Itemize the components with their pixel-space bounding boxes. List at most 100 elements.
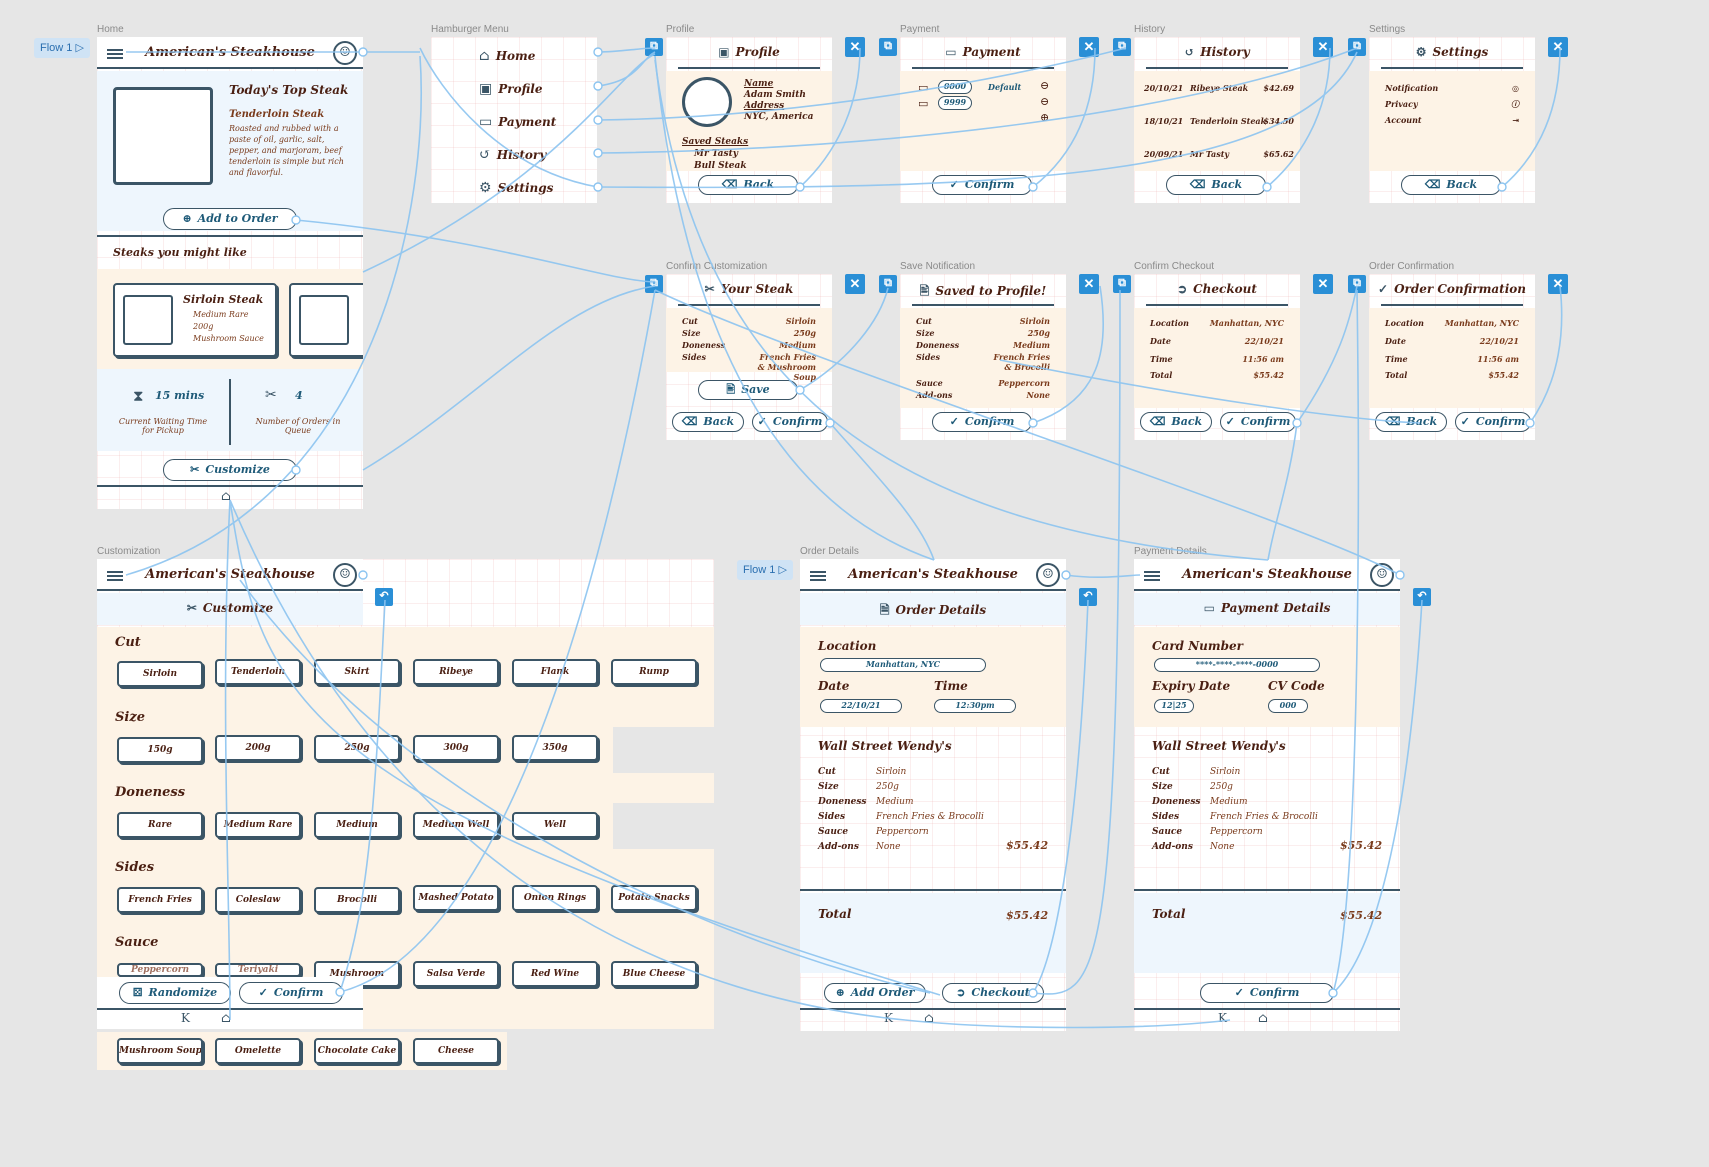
option-button[interactable]: 350g [512,735,598,761]
confirm-button[interactable]: ✓ Confirm [932,175,1032,195]
add-to-order-button[interactable]: ⊕ Add to Order [163,208,297,230]
option-button[interactable]: Medium Rare [215,812,301,838]
back-arrow-tag[interactable]: ↶ [1079,588,1097,606]
option-button[interactable]: French Fries [117,887,203,913]
expiry-field[interactable]: 12|25 [1154,699,1194,713]
confirm-button[interactable]: ✓ Confirm [1220,412,1296,432]
flow-start-tag[interactable]: Flow 1 ▷ [737,560,793,580]
option-button[interactable]: Medium [314,812,400,838]
menu-item-profile[interactable]: ▣ Profile [479,78,543,97]
option-button[interactable]: Rump [611,659,697,685]
close-icon[interactable]: ✕ [1313,37,1333,57]
back-arrow-tag[interactable]: ↶ [1413,588,1431,606]
back-button[interactable]: ⌫ Back [698,175,798,195]
back-button[interactable]: ⌫ Back [1375,412,1447,432]
option-button[interactable]: 300g [413,735,499,761]
back-to-start-icon[interactable]: K [884,1011,893,1025]
settings-item-notification[interactable]: Notification ◎ [1385,83,1519,93]
option-button[interactable]: Mushroom Soup [117,1038,203,1064]
option-button[interactable]: Flank [512,659,598,685]
location-field[interactable]: Manhattan, NYC [820,658,986,672]
checkout-button[interactable]: ➲ Checkout [942,983,1044,1003]
option-button[interactable]: Brocolli [314,887,400,913]
randomize-button[interactable]: ⚄ Randomize [119,982,231,1004]
overlay-tag[interactable]: ⧉ [1113,38,1131,56]
option-button[interactable]: Teriyaki [215,963,301,977]
confirm-button[interactable]: ✓ Confirm [1455,412,1531,432]
close-icon[interactable]: ✕ [1079,37,1099,57]
avatar-icon[interactable]: ☺ [333,563,357,587]
menu-item-history[interactable]: ↺ History [479,144,546,163]
option-button[interactable]: Salsa Verde [413,961,499,987]
option-button[interactable]: Chocolate Cake [314,1038,400,1064]
option-button[interactable]: Medium Well [413,812,499,838]
back-button[interactable]: ⌫ Back [1401,175,1501,195]
avatar-icon[interactable]: ☺ [333,41,357,65]
overlay-tag[interactable]: ⧉ [879,38,897,56]
card-pill[interactable]: 0000 [938,80,972,94]
option-button[interactable]: Mashed Potato [413,885,499,911]
card-pill[interactable]: 9999 [938,96,972,110]
overlay-tag[interactable]: ⧉ [645,275,663,293]
close-icon[interactable]: ✕ [1079,274,1099,294]
option-button[interactable]: Well [512,812,598,838]
date-field[interactable]: 22/10/21 [820,699,902,713]
confirm-button[interactable]: ✓ Confirm [932,412,1032,432]
home-icon[interactable]: ⌂ [924,1011,934,1026]
steak-card[interactable]: Sirloin Steak Medium Rare 200g Mushroom … [113,283,277,357]
back-to-start-icon[interactable]: K [1218,1011,1227,1025]
avatar-icon[interactable]: ☺ [1036,563,1060,587]
overlay-tag[interactable]: ⧉ [1348,275,1366,293]
close-icon[interactable]: ✕ [845,37,865,57]
close-icon[interactable]: ✕ [1548,274,1568,294]
option-button[interactable]: Peppercorn [117,963,203,977]
option-button[interactable]: 150g [117,737,203,763]
option-button[interactable]: Sirloin [117,661,203,687]
save-button[interactable]: 🖹 Save [698,380,798,400]
cv-field[interactable]: 000 [1268,699,1308,713]
back-button[interactable]: ⌫ Back [1166,175,1266,195]
menu-item-home[interactable]: ⌂ Home [479,45,535,64]
option-button[interactable]: Cheese [413,1038,499,1064]
steak-card-partial[interactable] [289,283,363,357]
confirm-button[interactable]: ✓ Confirm [1200,983,1334,1003]
avatar-icon[interactable]: ☺ [1370,563,1394,587]
option-button[interactable]: Omelette [215,1038,301,1064]
overlay-tag[interactable]: ⧉ [879,275,897,293]
option-button[interactable]: Rare [117,812,203,838]
customize-button[interactable]: ✂ Customize [163,459,297,481]
option-button[interactable]: Red Wine [512,961,598,987]
overlay-tag[interactable]: ⧉ [1348,38,1366,56]
close-icon[interactable]: ✕ [1313,274,1333,294]
option-button[interactable]: Coleslaw [215,887,301,913]
back-button[interactable]: ⌫ Back [672,412,744,432]
time-field[interactable]: 12:30pm [934,699,1016,713]
home-icon[interactable]: ⌂ [221,1011,231,1026]
option-button[interactable]: 250g [314,735,400,761]
back-button[interactable]: ⌫ Back [1140,412,1212,432]
back-arrow-tag[interactable]: ↶ [375,588,393,606]
option-button[interactable]: 200g [215,735,301,761]
settings-item-account[interactable]: Account ⇥ [1385,115,1519,125]
option-button[interactable]: Ribeye [413,659,499,685]
remove-card-icon[interactable]: ⊖ [1040,95,1049,108]
menu-item-settings[interactable]: ⚙ Settings [479,177,553,196]
overlay-tag[interactable]: ⧉ [1113,275,1131,293]
menu-item-payment[interactable]: ▭ Payment [479,111,556,130]
add-order-button[interactable]: ⊕ Add Order [824,983,926,1003]
option-button[interactable]: Blue Cheese [611,961,697,987]
settings-item-privacy[interactable]: Privacy ⓘ [1385,99,1519,109]
option-button[interactable]: Skirt [314,659,400,685]
back-to-start-icon[interactable]: K [181,1011,190,1025]
option-button[interactable]: Potato Snacks [611,885,697,911]
confirm-button[interactable]: ✓ Confirm [752,412,828,432]
home-icon[interactable]: ⌂ [1258,1011,1268,1026]
remove-card-icon[interactable]: ⊖ [1040,79,1049,92]
option-button[interactable]: Tenderloin [215,659,301,685]
flow-start-tag[interactable]: Flow 1 ▷ [34,38,90,58]
home-icon[interactable]: ⌂ [221,489,231,504]
card-number-field[interactable]: ****-****-****-0000 [1154,658,1320,672]
overlay-tag[interactable]: ⧉ [645,38,663,56]
confirm-button[interactable]: ✓ Confirm [239,982,343,1004]
option-button[interactable]: Onion Rings [512,885,598,911]
